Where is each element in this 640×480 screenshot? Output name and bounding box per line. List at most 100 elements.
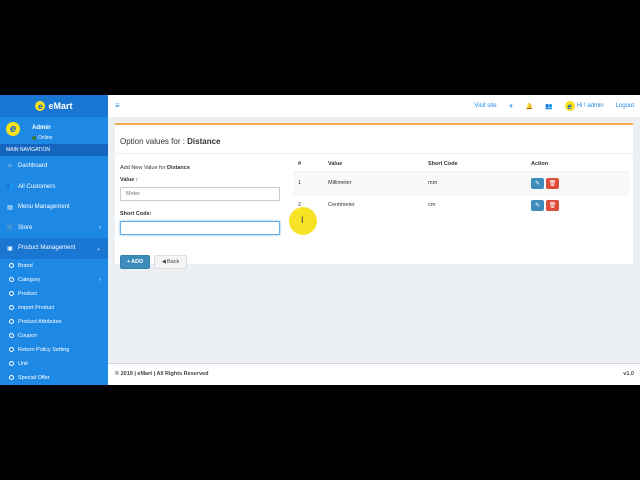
- sidebar-subitem-label: Product Attributes: [18, 318, 62, 325]
- rocket-icon[interactable]: ✈: [509, 103, 514, 110]
- sidebar-item-product-management[interactable]: ▣ Product Management ⌄: [0, 238, 108, 259]
- cart-icon: 🛒: [6, 225, 14, 232]
- brand-name: eMart: [48, 101, 73, 111]
- row-actions: ✎ 🗑: [526, 193, 629, 216]
- visit-site-link[interactable]: Visit site: [474, 103, 496, 109]
- delete-icon[interactable]: 🗑: [546, 199, 559, 211]
- row-actions: ✎ 🗑: [526, 171, 629, 194]
- sidebar-subitem-label: Category: [18, 276, 41, 283]
- row-value: Centimeter: [323, 193, 423, 216]
- circle-icon: [9, 361, 14, 366]
- edit-icon[interactable]: ✎: [531, 177, 544, 189]
- circle-icon: [9, 347, 14, 352]
- brand-logo[interactable]: e eMart: [0, 95, 108, 117]
- add-value-name: Distance: [166, 165, 190, 171]
- table-row: 2 Centimeter cm ✎ 🗑: [293, 193, 629, 216]
- column-header: Action: [526, 157, 629, 173]
- column-header: Short Code: [423, 157, 526, 173]
- add-value-heading: Add New Value for Distance: [120, 165, 190, 171]
- sidebar-subitem-label: Brand: [18, 262, 33, 269]
- circle-icon: [9, 375, 14, 380]
- short-code-label: Short Code:: [120, 211, 152, 217]
- sidebar-subitem-label: Import Product: [18, 304, 55, 311]
- table-row: 1 Millimeter mm ✎ 🗑: [293, 171, 629, 194]
- sidebar-subitem-label: Product: [18, 290, 37, 297]
- footer: © 2019 | eMart | All Rights Reserved v1.…: [108, 363, 640, 385]
- row-value: Millimeter: [323, 171, 423, 194]
- add-button[interactable]: + ADD: [120, 255, 150, 269]
- sidebar-subitem-return-policy[interactable]: Return Policy Setting: [0, 343, 108, 357]
- sidebar-subitem-import-product[interactable]: Import Product: [0, 301, 108, 315]
- menu-icon: ▤: [7, 204, 13, 211]
- sidebar-item-all-customers[interactable]: 👥 All Customers: [0, 177, 108, 198]
- plus-icon: +: [126, 259, 131, 265]
- table-header-row: # Value Short Code Action: [293, 157, 629, 173]
- sidebar-subitem-unit[interactable]: Unit: [0, 357, 108, 371]
- user-menu[interactable]: e Hi ! admin: [564, 101, 604, 111]
- sidebar-subitem-label: Unit: [18, 360, 28, 367]
- sidebar-subitem-coupon[interactable]: Coupon: [0, 329, 108, 343]
- emart-logo-icon: e: [35, 101, 46, 111]
- sidebar-subitem-product[interactable]: Product: [0, 287, 108, 301]
- back-button[interactable]: ◀ Back: [154, 255, 187, 269]
- sidebar-subitem-brand[interactable]: Brand: [0, 259, 108, 273]
- sidebar-item-menu-management[interactable]: ▤ Menu Management: [0, 197, 108, 218]
- row-short-code: cm: [423, 193, 526, 216]
- sidebar-subitem-product-attributes[interactable]: Product Attributes: [0, 315, 108, 329]
- chevron-left-icon: ‹: [99, 276, 101, 283]
- avatar: e: [6, 122, 20, 136]
- dashboard-icon: ⌂: [8, 163, 12, 170]
- sidebar-item-label: Product Management: [18, 245, 76, 252]
- short-code-input[interactable]: [120, 221, 280, 235]
- user-status-label: Online: [38, 135, 53, 141]
- sidebar-subitem-category[interactable]: Category ‹: [0, 273, 108, 287]
- circle-icon: [9, 305, 14, 310]
- back-arrow-icon: ◀: [161, 259, 166, 265]
- user-greeting: Hi ! admin: [576, 103, 604, 109]
- sidebar-item-label: Store: [18, 224, 33, 231]
- circle-icon: [9, 291, 14, 296]
- app-window: e eMart e Admin Online MAIN NAVIGATION ⌂…: [0, 95, 640, 385]
- divider: [115, 153, 633, 154]
- logout-link[interactable]: Logout: [616, 103, 634, 109]
- values-table: # Value Short Code Action 1 Millimeter m…: [293, 157, 629, 216]
- row-number: 1: [293, 171, 323, 194]
- version-text: v1.0: [623, 371, 634, 377]
- chevron-left-icon: ‹: [99, 224, 101, 231]
- sidebar-subitem-special-offer[interactable]: Special Offer: [0, 371, 108, 385]
- page-title-name: Distance: [187, 137, 221, 146]
- user-avatar-icon: e: [564, 101, 575, 111]
- add-value-prefix: Add New Value for: [120, 165, 166, 171]
- sidebar-item-dashboard[interactable]: ⌂ Dashboard: [0, 156, 108, 177]
- delete-icon[interactable]: 🗑: [546, 177, 559, 189]
- top-navbar: ≡ Visit site ✈ 🔔 👥 e Hi ! admin Logout: [108, 95, 640, 117]
- page-title-prefix: Option values for :: [120, 137, 185, 146]
- chevron-down-icon: ⌄: [95, 245, 101, 252]
- page-title: Option values for : Distance: [120, 137, 221, 146]
- edit-icon[interactable]: ✎: [531, 199, 544, 211]
- copyright-text: © 2019 | eMart | All Rights Reserved: [115, 371, 209, 377]
- row-number: 2: [293, 193, 323, 216]
- row-short-code: mm: [423, 171, 526, 194]
- circle-icon: [9, 333, 14, 338]
- value-label: Value :: [120, 177, 138, 183]
- users-group-icon[interactable]: 👥: [545, 103, 552, 110]
- column-header: Value: [323, 157, 423, 173]
- user-status: Online: [32, 135, 52, 141]
- back-button-label: Back: [167, 259, 180, 265]
- value-input[interactable]: [120, 187, 280, 201]
- box-icon: ▣: [7, 245, 13, 252]
- sidebar-item-store[interactable]: 🛒 Store ‹: [0, 218, 108, 239]
- column-header: #: [293, 157, 323, 173]
- sidebar-item-label: All Customers: [18, 183, 56, 190]
- circle-icon: [9, 263, 14, 268]
- online-dot-icon: [32, 136, 36, 140]
- user-panel: e Admin Online: [0, 117, 108, 144]
- sidebar: e eMart e Admin Online MAIN NAVIGATION ⌂…: [0, 95, 108, 385]
- sidebar-subitem-label: Return Policy Setting: [18, 346, 70, 353]
- users-icon: 👥: [6, 184, 14, 191]
- nav-header: MAIN NAVIGATION: [0, 144, 108, 156]
- hamburger-menu-icon[interactable]: ≡: [115, 101, 120, 110]
- option-values-box: Option values for : Distance Add New Val…: [115, 123, 633, 269]
- bell-icon[interactable]: 🔔: [526, 103, 533, 110]
